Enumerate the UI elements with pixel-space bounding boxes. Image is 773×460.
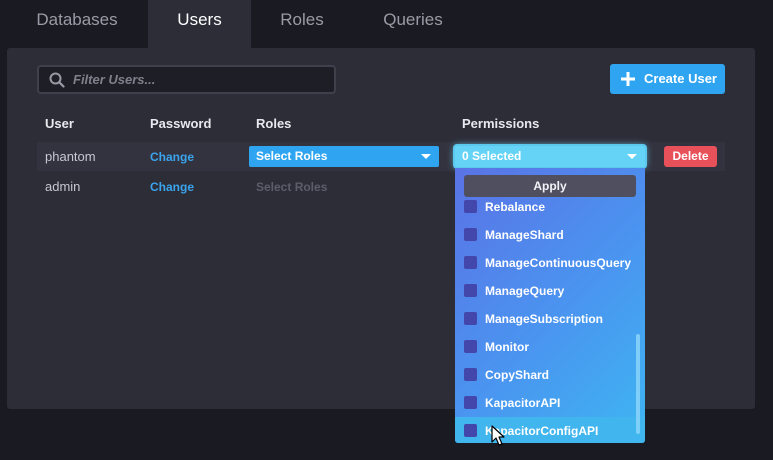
permission-item-hovered[interactable]: KapacitorConfigAPI (455, 417, 645, 443)
permission-label: ManageShard (485, 228, 564, 242)
permission-item[interactable]: KapacitorAPI (455, 389, 637, 417)
tab-databases[interactable]: Databases (18, 0, 136, 48)
plus-icon (621, 72, 635, 86)
change-password-link[interactable]: Change (150, 150, 194, 164)
permission-item[interactable]: ManageSubscription (455, 305, 637, 333)
checkbox[interactable] (464, 396, 477, 409)
permissions-dropdown[interactable]: 0 Selected (455, 146, 645, 167)
permission-label: Rebalance (485, 200, 546, 214)
filter-users-field[interactable] (37, 65, 336, 94)
permissions-menu: Apply Rebalance ManageShard ManageContin… (455, 168, 645, 443)
filter-users-input[interactable] (73, 67, 328, 92)
column-header-user: User (45, 116, 74, 131)
permissions-selected-label: 0 Selected (462, 149, 522, 163)
permission-label: KapacitorAPI (485, 396, 561, 410)
checkbox[interactable] (464, 256, 477, 269)
select-roles-dropdown[interactable]: Select Roles (249, 146, 439, 167)
tab-roles[interactable]: Roles (262, 0, 342, 48)
menu-scrollbar[interactable] (636, 334, 640, 434)
permission-label: ManageQuery (485, 284, 565, 298)
permission-item[interactable]: ManageContinuousQuery (455, 249, 637, 277)
search-icon (49, 72, 65, 88)
permission-label: ManageContinuousQuery (485, 256, 632, 270)
mouse-pointer-icon (491, 425, 505, 446)
select-roles-label: Select Roles (256, 149, 328, 163)
permission-label: CopyShard (485, 368, 550, 382)
column-header-password: Password (150, 116, 212, 131)
caret-down-icon (627, 154, 637, 159)
column-header-permissions: Permissions (462, 116, 540, 131)
checkbox[interactable] (464, 200, 477, 213)
checkbox[interactable] (464, 284, 477, 297)
create-user-label: Create User (644, 71, 717, 86)
checkbox[interactable] (464, 368, 477, 381)
tab-users[interactable]: Users (148, 0, 251, 48)
user-name: admin (45, 179, 81, 194)
caret-down-icon (421, 154, 431, 159)
permission-item[interactable]: ManageQuery (455, 277, 637, 305)
permission-item[interactable]: Rebalance (455, 193, 637, 221)
column-header-roles: Roles (256, 116, 292, 131)
tab-bar: Databases Users Roles Queries (0, 0, 773, 48)
checkbox[interactable] (464, 424, 477, 437)
create-user-button[interactable]: Create User (610, 64, 725, 94)
user-name: phantom (45, 149, 96, 164)
permission-label: Monitor (485, 340, 529, 354)
permission-item[interactable]: Monitor (455, 333, 637, 361)
change-password-link[interactable]: Change (150, 180, 194, 194)
checkbox[interactable] (464, 312, 477, 325)
checkbox[interactable] (464, 340, 477, 353)
permission-label: ManageSubscription (485, 312, 604, 326)
permission-item[interactable]: CopyShard (455, 361, 637, 389)
delete-user-button[interactable]: Delete (664, 146, 717, 167)
permission-item[interactable]: ManageShard (455, 221, 637, 249)
tab-queries[interactable]: Queries (370, 0, 456, 48)
checkbox[interactable] (464, 228, 477, 241)
select-roles-placeholder[interactable]: Select Roles (256, 180, 327, 194)
